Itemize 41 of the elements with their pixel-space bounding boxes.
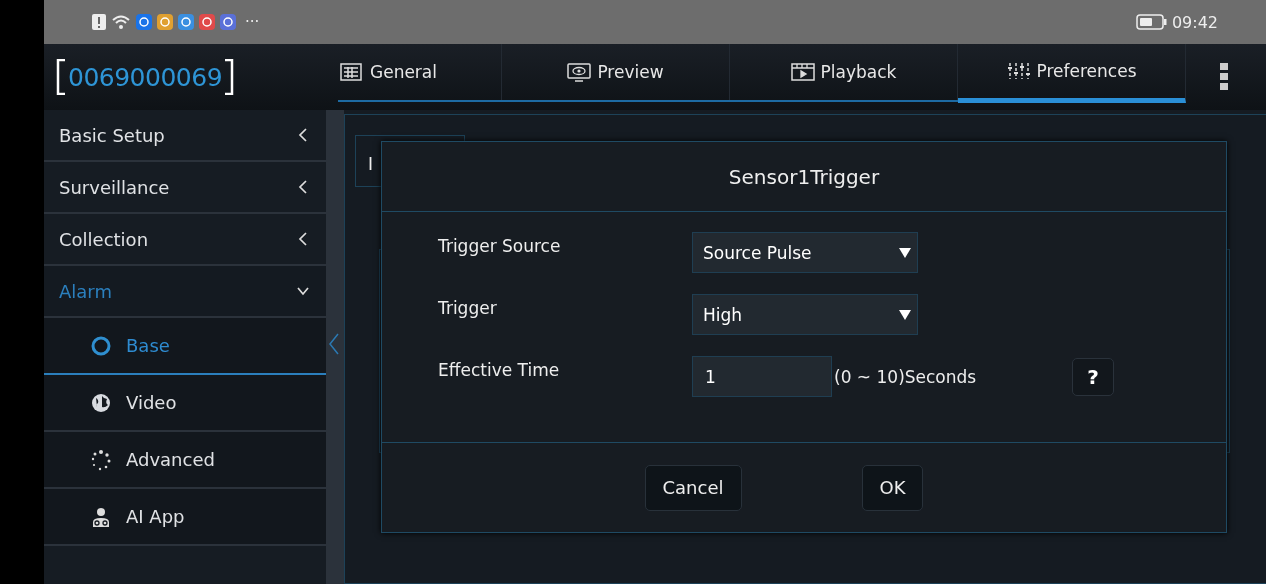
chevron-left-icon bbox=[296, 128, 310, 142]
field-label: Effective Time bbox=[438, 359, 561, 380]
submenu-item[interactable]: Base bbox=[44, 318, 326, 375]
chevron-left-icon bbox=[296, 180, 310, 194]
kebab-menu-icon[interactable] bbox=[1220, 63, 1228, 91]
submenu-item[interactable]: AI App bbox=[44, 489, 326, 546]
collapse-icon[interactable] bbox=[328, 332, 340, 356]
dotted-circle-icon bbox=[90, 448, 112, 471]
input-field[interactable]: 1 bbox=[692, 356, 832, 397]
alert-icon bbox=[92, 14, 106, 30]
field-label: Trigger bbox=[438, 297, 498, 318]
help-button[interactable]: ? bbox=[1072, 357, 1114, 396]
dialog-button[interactable]: OK bbox=[861, 464, 924, 511]
nav-tab[interactable]: Preview bbox=[502, 44, 730, 100]
field-label: Trigger Source bbox=[438, 235, 562, 256]
device-id: 0069000069 bbox=[68, 62, 223, 92]
more-notifications: ··· bbox=[245, 13, 260, 31]
dialog-button[interactable]: Cancel bbox=[644, 464, 742, 511]
monitor-eye-icon bbox=[567, 62, 592, 82]
submenu-item[interactable]: Video bbox=[44, 375, 326, 432]
sliders-icon bbox=[1006, 61, 1031, 81]
globe-icon bbox=[90, 391, 112, 414]
ring-icon bbox=[90, 334, 112, 357]
bracket-icon bbox=[56, 59, 66, 95]
nav-tab[interactable]: General bbox=[338, 44, 502, 100]
caret-icon bbox=[899, 247, 911, 258]
grid-icon bbox=[340, 62, 364, 82]
clock-time: 09:42 bbox=[1171, 12, 1218, 32]
nav-tab[interactable]: Playback bbox=[730, 44, 958, 100]
nav-tab[interactable]: Preferences bbox=[958, 44, 1186, 103]
unit-label: (0 ~ 10)Seconds bbox=[834, 366, 978, 387]
chevron-left-icon bbox=[296, 232, 310, 246]
dropdown[interactable]: High bbox=[692, 294, 918, 335]
dropdown[interactable]: Source Pulse bbox=[692, 232, 918, 273]
caret-icon bbox=[899, 309, 911, 320]
bracket-icon bbox=[224, 59, 235, 95]
submenu-item[interactable]: Advanced bbox=[44, 432, 326, 489]
wifi-icon bbox=[111, 14, 131, 30]
dialog-title: Sensor1Trigger bbox=[382, 142, 1226, 212]
battery-icon bbox=[1135, 14, 1168, 30]
film-icon bbox=[790, 62, 815, 82]
